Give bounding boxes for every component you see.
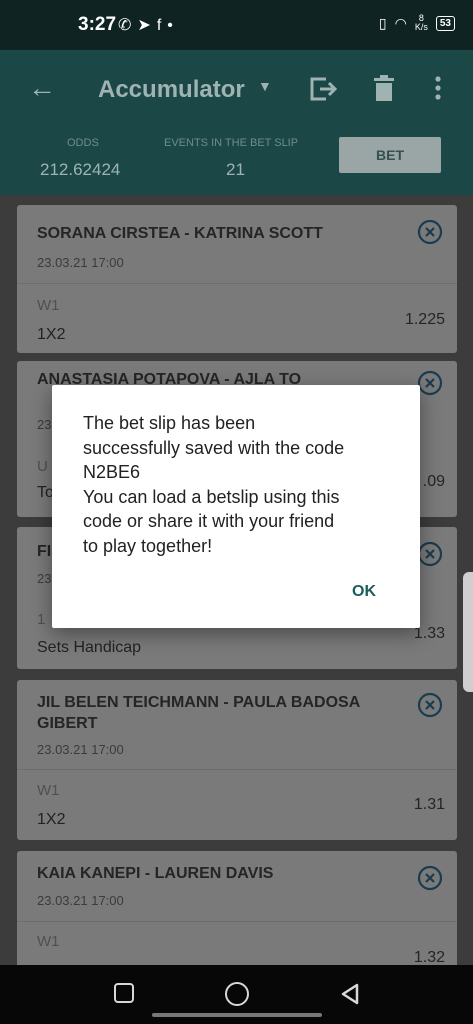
card-divider <box>17 921 457 922</box>
events-value: 21 <box>226 160 245 179</box>
dialog-message: The bet slip has been successfully saved… <box>83 413 345 556</box>
card-outcome: W1 <box>37 297 60 314</box>
app-bar: ← Accumulator ▼ ODDS 212.62424 EVENTS IN… <box>0 50 473 195</box>
bet-button[interactable]: BET <box>339 137 441 173</box>
export-icon[interactable] <box>308 75 338 103</box>
odds-label: ODDS <box>67 137 99 149</box>
edge-panel-handle[interactable] <box>463 572 473 692</box>
card-odd[interactable]: 1.31 <box>414 796 445 814</box>
card-teams: SORANA CIRSTEA - KATRINA SCOTT <box>37 225 323 242</box>
page-title[interactable]: Accumulator <box>98 76 245 104</box>
remove-circle-icon[interactable] <box>417 541 443 567</box>
card-date: 23.03.21 17:00 <box>37 893 124 908</box>
card-date: 23 <box>37 417 52 432</box>
battery-icon: 53 <box>435 15 455 31</box>
card-date: 23.03.21 17:00 <box>37 255 124 270</box>
status-bar: 3:27 ✆➤f• ▯ ◠ 8 K/s 53 <box>0 0 473 50</box>
odds-value: 212.62424 <box>40 160 121 179</box>
card-market: 1X2 <box>37 326 66 343</box>
back-triangle-icon[interactable] <box>338 982 362 1006</box>
recents-icon[interactable] <box>114 983 134 1003</box>
net-speed-unit: K/s <box>414 22 428 32</box>
more-vert-icon[interactable] <box>428 74 448 102</box>
back-arrow-icon[interactable]: ← <box>28 72 56 104</box>
card-divider <box>17 283 457 284</box>
card-market: 1X2 <box>37 811 66 828</box>
wifi-icon: ◠ <box>394 14 407 31</box>
bet-card: JIL BELEN TEICHMANN - PAULA BADOSA GIBER… <box>17 680 457 840</box>
trash-icon[interactable] <box>373 74 395 102</box>
card-divider <box>17 769 457 770</box>
card-date: 23.03.21 17:00 <box>37 742 124 757</box>
system-nav-bar <box>0 965 473 1024</box>
card-odd[interactable]: .09 <box>423 473 445 491</box>
card-market: Sets Handicap <box>37 639 142 656</box>
saved-dialog: The bet slip has been successfully saved… <box>52 385 420 628</box>
card-teams: KAIA KANEPI - LAUREN DAVIS <box>37 865 274 882</box>
bet-card: SORANA CIRSTEA - KATRINA SCOTT 23.03.21 … <box>17 205 457 353</box>
remove-circle-icon[interactable] <box>417 219 443 245</box>
gesture-pill <box>152 1013 322 1017</box>
card-outcome: 1 <box>37 611 46 628</box>
chevron-down-icon[interactable]: ▼ <box>258 78 272 94</box>
status-right: ▯ ◠ 8 K/s 53 <box>379 14 455 32</box>
card-outcome: W1 <box>37 933 60 950</box>
card-teams: JIL BELEN TEICHMANN - PAULA BADOSA GIBER… <box>37 694 360 732</box>
notification-icons: ✆➤f• <box>118 15 179 35</box>
bet-card: KAIA KANEPI - LAUREN DAVIS 23.03.21 17:0… <box>17 851 457 965</box>
ok-button[interactable]: OK <box>352 583 376 601</box>
facebook-icon: f <box>156 17 168 34</box>
events-label: EVENTS IN THE BET SLIP <box>164 137 299 149</box>
net-speed: 8 K/s <box>415 14 428 32</box>
card-odd[interactable]: 1.32 <box>414 949 445 965</box>
card-outcome: U <box>37 458 48 475</box>
whatsapp-icon: ✆ <box>118 17 138 34</box>
remove-circle-icon[interactable] <box>417 692 443 718</box>
dot-icon: • <box>167 17 179 34</box>
card-outcome: W1 <box>37 782 60 799</box>
card-odd[interactable]: 1.225 <box>405 311 445 329</box>
status-time: 3:27 <box>78 14 117 35</box>
remove-circle-icon[interactable] <box>417 865 443 891</box>
remove-circle-icon[interactable] <box>417 370 443 396</box>
vibrate-icon: ▯ <box>378 14 387 31</box>
card-date: 23 <box>37 571 52 586</box>
telegram-icon: ➤ <box>137 17 157 34</box>
home-icon[interactable] <box>225 982 249 1006</box>
